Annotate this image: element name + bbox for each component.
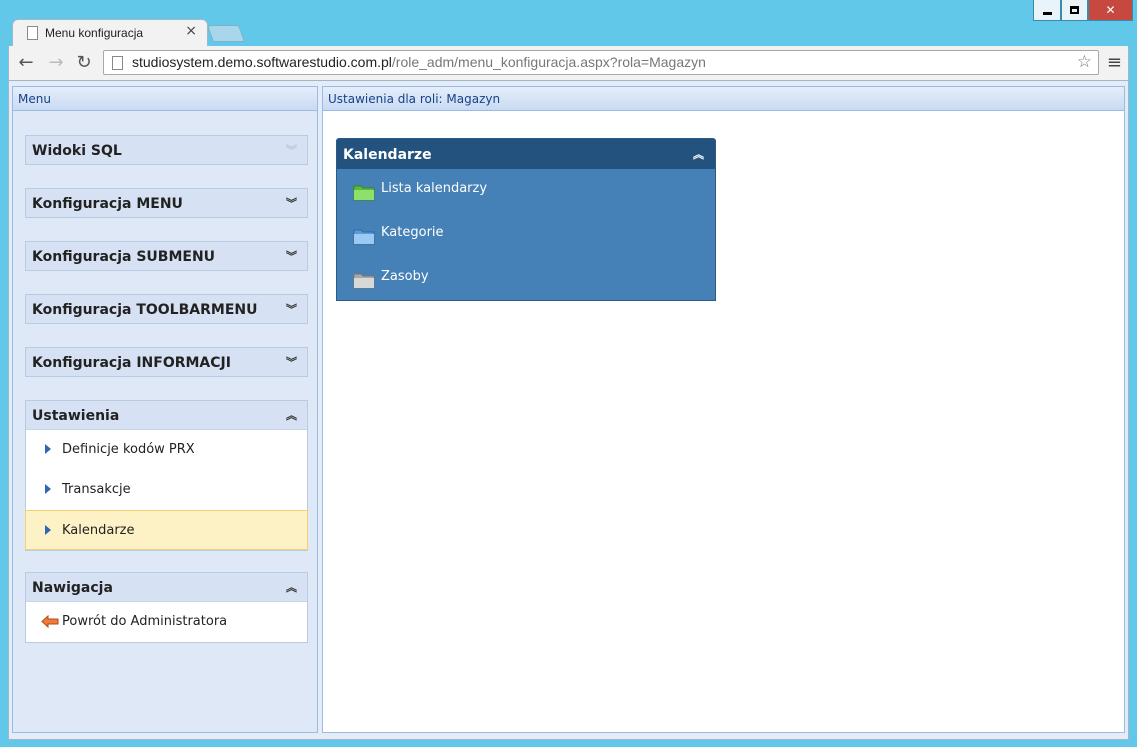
section-konfiguracja-toolbarmenu: Konfiguracja TOOLBARMENU ︾ [25, 294, 308, 324]
section-ustawienia: Ustawienia ︽ Definicje kodów PRX Transak… [25, 400, 308, 551]
section-title: Konfiguracja MENU [32, 196, 183, 212]
minimize-icon [1042, 12, 1052, 15]
url-text[interactable]: studiosystem.demo.softwarestudio.com.pl/… [132, 54, 706, 70]
section-konfiguracja-menu: Konfiguracja MENU ︾ [25, 188, 308, 218]
menu-panel-title: Menu [13, 87, 317, 111]
kalendarze-box-title: Kalendarze [343, 147, 432, 163]
menu-item-label: Powrót do Administratora [62, 614, 228, 629]
tab-title: Menu konfiguracja [45, 26, 144, 40]
chevron-down-icon[interactable]: ︾ [286, 248, 297, 264]
chevron-up-icon[interactable]: ︽ [286, 579, 297, 595]
section-title: Konfiguracja INFORMACJI [32, 355, 231, 371]
menu-item-powrot-do-administratora[interactable]: Powrót do Administratora [26, 602, 307, 642]
section-body: Powrót do Administratora [26, 601, 307, 642]
chevron-down-icon[interactable]: ︾ [286, 354, 297, 370]
content-panel: Ustawienia dla roli: Magazyn Kalendarze … [322, 86, 1125, 733]
section-title: Nawigacja [32, 580, 113, 596]
arrow-right-icon [45, 484, 51, 494]
menu-item-kalendarze[interactable]: Kalendarze [25, 510, 308, 550]
window-titlebar: Menu konfiguracja × ✕ [0, 0, 1137, 47]
window-close-button[interactable]: ✕ [1088, 0, 1133, 21]
url-path: /role_adm/menu_konfiguracja.aspx?rola=Ma… [391, 54, 706, 70]
section-header[interactable]: Widoki SQL ︾ [26, 136, 307, 164]
section-header[interactable]: Konfiguracja TOOLBARMENU ︾ [26, 295, 307, 323]
new-tab-button[interactable] [206, 25, 246, 42]
maximize-button[interactable] [1061, 0, 1088, 21]
forward-arrow-icon[interactable]: → [45, 52, 67, 73]
page-viewport: Menu Widoki SQL ︾ Konfiguracja MENU ︾ Ko… [8, 80, 1129, 740]
section-header[interactable]: Konfiguracja SUBMENU ︾ [26, 242, 307, 270]
close-icon[interactable]: × [185, 23, 197, 39]
back-arrow-icon [41, 615, 59, 628]
section-header[interactable]: Konfiguracja INFORMACJI ︾ [26, 348, 307, 376]
chevron-up-icon[interactable]: ︽ [693, 146, 704, 162]
menu-item-definicje-kodow-prx[interactable]: Definicje kodów PRX [26, 430, 307, 470]
kalendarze-box: Kalendarze ︽ Lista kalendarzy Kategorie [336, 138, 716, 301]
menu-item-label: Kalendarze [62, 523, 135, 538]
menu-item-transakcje[interactable]: Transakcje [26, 470, 307, 510]
link-label: Kategorie [381, 225, 444, 240]
section-widoki-sql: Widoki SQL ︾ [25, 135, 308, 165]
arrow-right-icon [45, 525, 51, 535]
section-nawigacja: Nawigacja ︽ Powrót do Administratora [25, 572, 308, 643]
folder-gray-icon [353, 273, 375, 289]
back-arrow-icon[interactable]: ← [15, 52, 37, 73]
browser-toolbar: ← → ↻ studiosystem.demo.softwarestudio.c… [8, 46, 1129, 80]
link-label: Lista kalendarzy [381, 181, 488, 196]
bookmark-star-icon[interactable]: ☆ [1077, 52, 1092, 72]
section-title: Widoki SQL [32, 143, 122, 159]
chevron-up-icon[interactable]: ︽ [286, 407, 297, 423]
menu-panel: Menu Widoki SQL ︾ Konfiguracja MENU ︾ Ko… [12, 86, 318, 733]
section-header[interactable]: Nawigacja ︽ [26, 573, 307, 601]
section-title: Konfiguracja SUBMENU [32, 249, 216, 265]
content-panel-title: Ustawienia dla roli: Magazyn [323, 87, 1124, 111]
chevron-down-icon[interactable]: ︾ [286, 195, 297, 211]
section-body: Definicje kodów PRX Transakcje Kalendarz… [25, 429, 308, 550]
kalendarze-box-header[interactable]: Kalendarze ︽ [337, 139, 715, 169]
section-header[interactable]: Ustawienia ︽ [26, 401, 307, 429]
minimize-button[interactable] [1033, 0, 1061, 21]
folder-green-icon [353, 185, 375, 201]
folder-blue-icon [353, 229, 375, 245]
page-icon [112, 56, 123, 70]
page-icon [27, 26, 38, 40]
hamburger-menu-icon[interactable]: ≡ [1107, 52, 1122, 73]
reload-icon[interactable]: ↻ [73, 52, 95, 73]
menu-item-label: Definicje kodów PRX [62, 442, 195, 457]
address-bar[interactable]: studiosystem.demo.softwarestudio.com.pl/… [103, 50, 1099, 75]
section-konfiguracja-submenu: Konfiguracja SUBMENU ︾ [25, 241, 308, 271]
chevron-down-icon[interactable]: ︾ [286, 142, 297, 158]
section-title: Konfiguracja TOOLBARMENU [32, 302, 258, 318]
url-host: studiosystem.demo.softwarestudio.com.pl [132, 54, 392, 70]
menu-item-label: Transakcje [62, 482, 131, 497]
link-label: Zasoby [381, 269, 429, 284]
maximize-icon [1070, 6, 1079, 14]
section-konfiguracja-informacji: Konfiguracja INFORMACJI ︾ [25, 347, 308, 377]
chevron-down-icon[interactable]: ︾ [286, 301, 297, 317]
arrow-right-icon [45, 444, 51, 454]
section-title: Ustawienia [32, 408, 120, 424]
section-header[interactable]: Konfiguracja MENU ︾ [26, 189, 307, 217]
browser-tab[interactable]: Menu konfiguracja × [12, 19, 208, 47]
